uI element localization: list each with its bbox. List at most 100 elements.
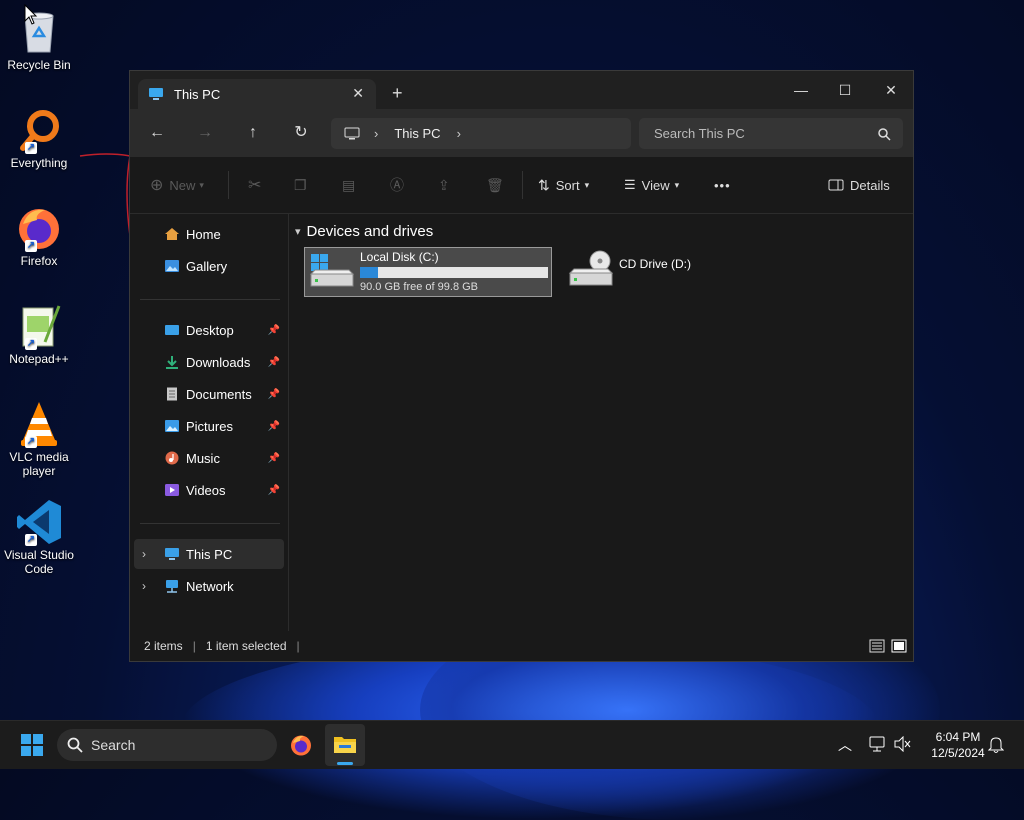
delete-button[interactable]: 🗑 (486, 174, 504, 196)
up-button[interactable]: ↑ (241, 121, 265, 145)
pin-icon[interactable]: 📌 (268, 357, 280, 368)
sidebar-item-label: Pictures (186, 418, 233, 434)
group-label: Devices and drives (306, 223, 434, 240)
pin-icon[interactable]: 📌 (268, 485, 280, 496)
share-button[interactable]: ⇪ (438, 174, 450, 196)
sidebar-item-gallery[interactable]: Gallery (134, 251, 284, 281)
paste-button[interactable]: ▤ (342, 174, 355, 196)
divider (140, 299, 280, 300)
status-bar: 2 items | 1 item selected | (130, 631, 913, 661)
divider: | (296, 639, 300, 653)
download-icon (166, 356, 178, 369)
network-status-icon[interactable] (868, 736, 886, 752)
divider (140, 523, 280, 524)
windows-start-icon[interactable] (21, 734, 43, 756)
breadcrumb-chevron-icon[interactable]: › (457, 126, 461, 141)
tab-this-pc[interactable]: This PC ✕ (138, 79, 376, 109)
desktop-icon-everything[interactable]: ↗ Everything (0, 102, 78, 170)
desktop-icon-label: VLC media (9, 450, 69, 464)
mouse-cursor-icon (24, 4, 38, 25)
volume-muted-icon[interactable] (894, 736, 912, 752)
desktop-icon-recycle-bin[interactable]: Recycle Bin (0, 4, 78, 72)
copy-button[interactable]: ❐ (294, 174, 307, 196)
pin-icon[interactable]: 📌 (268, 389, 280, 400)
file-explorer-taskbar-button[interactable] (325, 724, 365, 766)
cut-button[interactable]: ✂ (248, 174, 261, 196)
clock-date: 12/5/2024 (931, 746, 985, 760)
details-view-icon[interactable] (869, 639, 885, 653)
maximize-button[interactable]: ☐ (822, 77, 868, 103)
sidebar-item-label: Documents (186, 386, 252, 402)
drive-tile-d[interactable]: CD Drive (D:) (564, 247, 804, 297)
pictures-icon (165, 420, 179, 432)
desktop-icon-firefox[interactable]: ↗ Firefox (0, 200, 78, 268)
new-button[interactable]: ⊕ New ▾ (150, 174, 204, 196)
title-bar[interactable]: This PC ✕ + — ☐ ✕ (130, 71, 913, 109)
desktop-icon-vscode[interactable]: ↗ Visual Studio Code (0, 494, 78, 576)
pin-icon[interactable]: 📌 (268, 453, 280, 464)
pin-icon[interactable]: 📌 (268, 421, 280, 432)
view-button[interactable]: ☰ View ▾ (624, 174, 679, 196)
breadcrumb-chevron-icon[interactable]: › (374, 126, 378, 141)
sidebar-item-this-pc[interactable]: › This PC (134, 539, 284, 569)
desktop-icon-label: Recycle Bin (7, 58, 71, 72)
chevron-down-icon: ▾ (674, 179, 680, 190)
close-window-button[interactable]: ✕ (868, 77, 914, 103)
sidebar-item-label: Downloads (186, 354, 251, 370)
sidebar-item-label: Network (186, 578, 234, 594)
sidebar-item-label: Gallery (186, 258, 228, 274)
desktop-icon-notepad-plus-plus[interactable]: ↗ Notepad++ (0, 298, 78, 366)
file-explorer-window[interactable]: This PC ✕ + — ☐ ✕ ← → ↑ ↻ › This PC › Se… (129, 70, 914, 662)
desktop-folder-icon (165, 325, 179, 335)
rename-button[interactable]: Ⓐ (390, 174, 404, 196)
taskbar-search-box[interactable]: Search (57, 729, 277, 761)
sort-label: Sort (555, 177, 580, 193)
sidebar-item-pictures[interactable]: Pictures 📌 (134, 411, 284, 441)
shortcut-arrow-icon: ↗ (25, 436, 37, 448)
address-bar[interactable]: › This PC › (331, 118, 631, 149)
folder-icon (334, 737, 356, 753)
desktop-icon-vlc[interactable]: ↗ VLC media player (0, 396, 78, 478)
drive-free-space: 90.0 GB free of 99.8 GB (360, 281, 479, 293)
sidebar-item-downloads[interactable]: Downloads 📌 (134, 347, 284, 377)
chevron-right-icon[interactable]: › (142, 547, 146, 561)
drive-tile-c[interactable]: Local Disk (C:) 90.0 GB free of 99.8 GB (304, 247, 552, 297)
details-pane-button[interactable]: Details (828, 174, 890, 196)
sidebar-item-network[interactable]: › Network (134, 571, 284, 601)
taskbar-search-label: Search (91, 737, 136, 753)
chevron-down-icon: ▾ (295, 226, 301, 238)
new-label: New (169, 177, 196, 193)
item-count: 2 items (144, 639, 183, 653)
minimize-button[interactable]: — (778, 77, 824, 103)
more-options-button[interactable]: ••• (714, 174, 731, 196)
trash-icon: 🗑 (486, 176, 504, 193)
sidebar-item-home[interactable]: Home (134, 219, 284, 249)
system-clock[interactable]: 6:04 PM 12/5/2024 (918, 729, 998, 761)
notification-bell-icon[interactable] (988, 736, 1004, 754)
chevron-right-icon[interactable]: › (142, 579, 146, 593)
share-icon: ⇪ (438, 176, 450, 193)
sidebar-item-documents[interactable]: Documents 📌 (134, 379, 284, 409)
sidebar-item-label: Desktop (186, 322, 234, 338)
group-header[interactable]: ▾ Devices and drives (295, 223, 433, 240)
show-hidden-icons-chevron-icon[interactable]: ︿ (838, 735, 852, 755)
pin-icon[interactable]: 📌 (268, 325, 280, 336)
close-tab-icon[interactable]: ✕ (352, 85, 364, 102)
refresh-button[interactable]: ↻ (289, 121, 313, 145)
videos-icon (165, 484, 179, 496)
shortcut-arrow-icon: ↗ (25, 338, 37, 350)
sort-button[interactable]: ⇅ Sort ▾ (538, 174, 589, 196)
navigation-bar: ← → ↑ ↻ › This PC › Search This PC (130, 109, 913, 157)
tiles-view-icon[interactable] (891, 639, 907, 653)
back-button[interactable]: ← (145, 121, 169, 145)
desktop-icon-label: Code (24, 562, 54, 576)
firefox-taskbar-icon[interactable] (289, 733, 313, 757)
new-tab-button[interactable]: + (392, 83, 403, 104)
sidebar-item-desktop[interactable]: Desktop 📌 (134, 315, 284, 345)
breadcrumb-this-pc[interactable]: This PC (394, 126, 440, 141)
sidebar-item-music[interactable]: Music 📌 (134, 443, 284, 473)
forward-button[interactable]: → (193, 121, 217, 145)
search-box[interactable]: Search This PC (639, 118, 903, 149)
command-bar: ⊕ New ▾ ✂ ❐ ▤ Ⓐ ⇪ 🗑 ⇅ Sort ▾ ☰ View ▾ ••… (130, 157, 913, 214)
sidebar-item-videos[interactable]: Videos 📌 (134, 475, 284, 505)
